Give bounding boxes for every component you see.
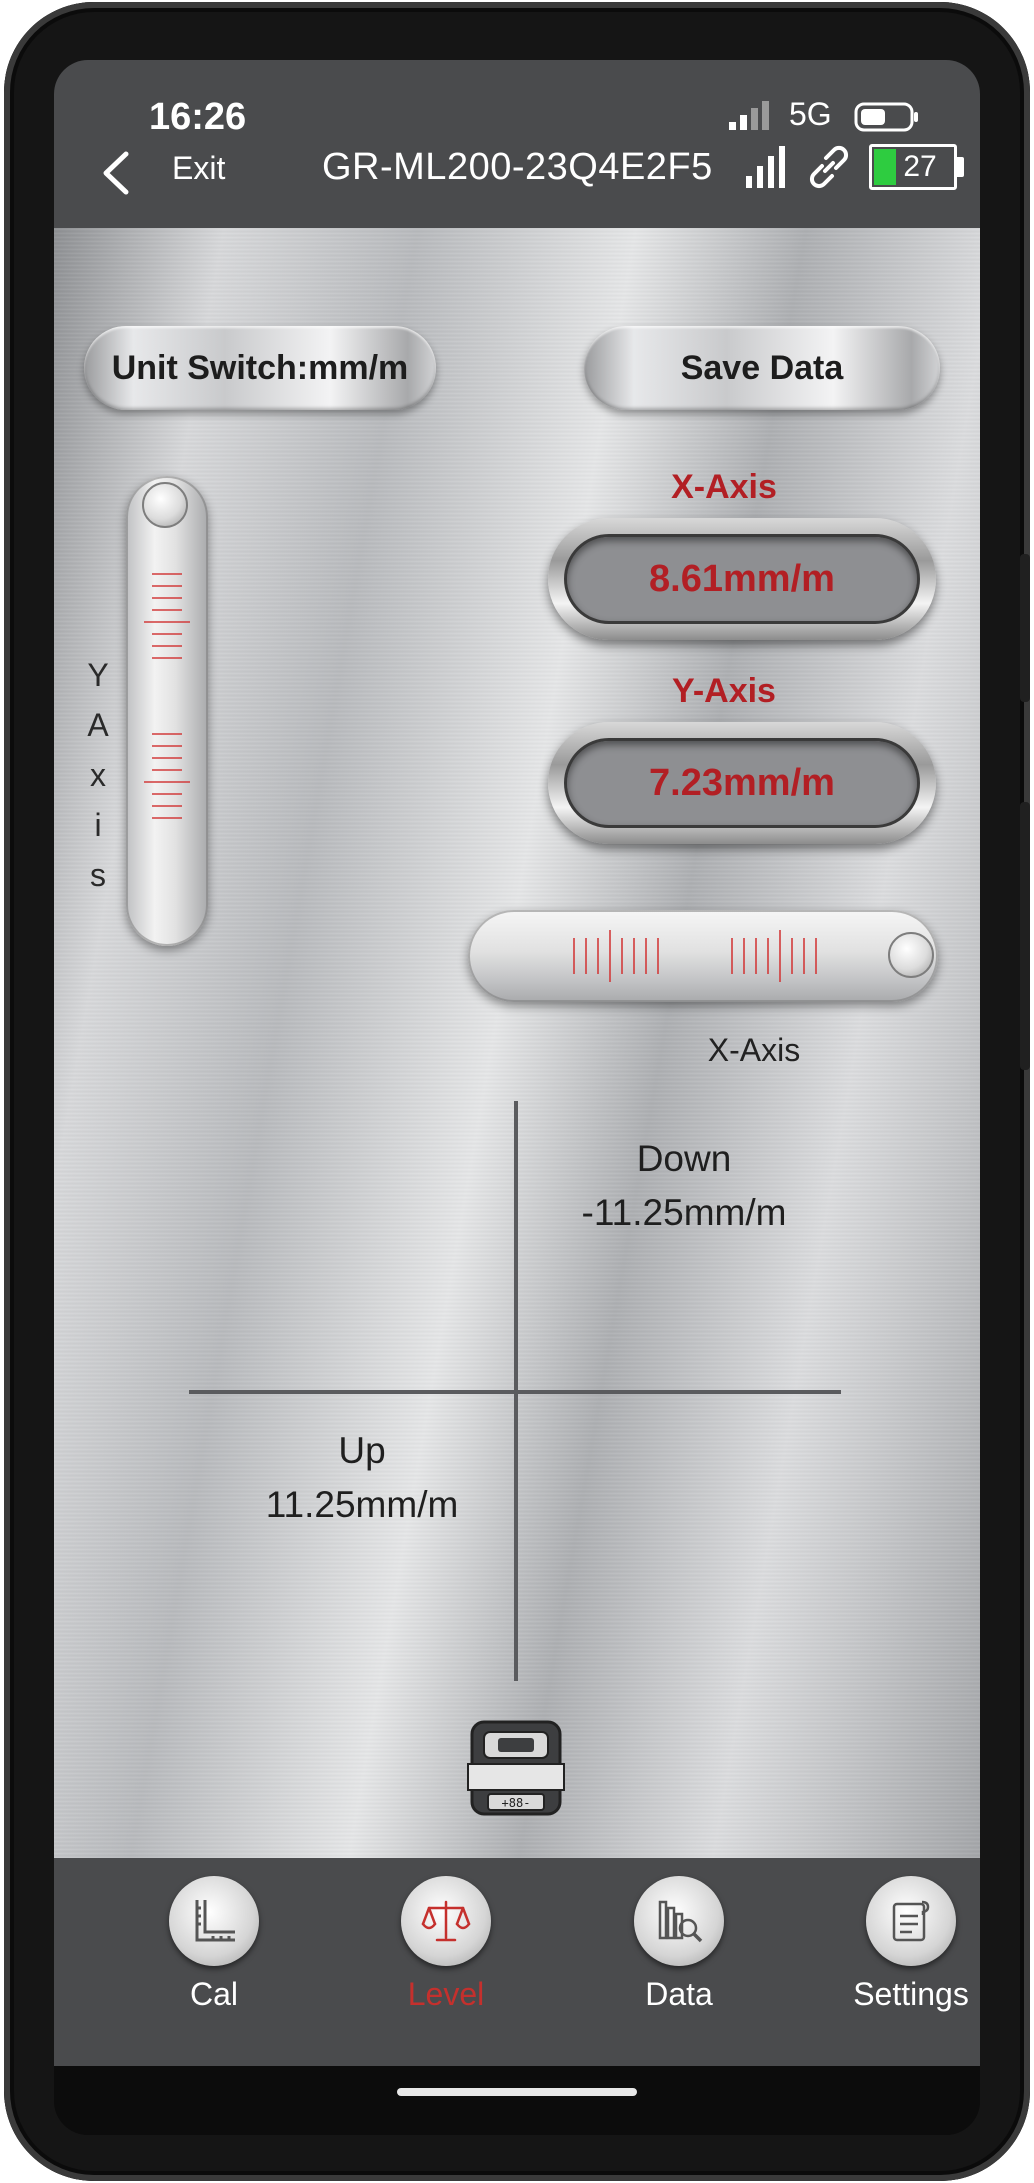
app-screen: 16:26 5G Exit GR-ML200-23Q4E2F5 27 Unit … — [54, 60, 980, 2135]
nav-cal-button[interactable] — [169, 1876, 259, 1966]
link-icon — [809, 145, 849, 189]
data-search-icon — [658, 1900, 703, 1943]
save-data-button[interactable]: Save Data — [584, 326, 940, 410]
back-chevron-icon[interactable] — [96, 148, 136, 198]
gesture-bar — [54, 2066, 980, 2135]
x-axis-bubble — [888, 932, 934, 978]
down-label: Down — [636, 1138, 732, 1179]
nav-data-button[interactable] — [634, 1876, 724, 1966]
nav-data[interactable]: Data — [589, 1876, 769, 2056]
up-label: Up — [338, 1430, 386, 1471]
y-axis-vial-label: Y A x i s — [80, 650, 116, 900]
down-indicator: Down -11.25mm/m — [534, 1132, 834, 1240]
device-title: GR-ML200-23Q4E2F5 — [322, 146, 713, 188]
nav-settings[interactable]: Settings — [821, 1876, 980, 2056]
network-type: 5G — [789, 96, 832, 132]
power-button — [1020, 802, 1030, 1070]
y-axis-letter: s — [90, 857, 106, 893]
nav-cal-label: Cal — [189, 1976, 238, 2012]
crosshair-horizontal — [189, 1390, 841, 1394]
nav-level-button[interactable] — [401, 1876, 491, 1966]
y-axis-vial-ticks — [144, 573, 190, 819]
level-panel: Unit Switch:mm/m Save Data Y A x i s X-A… — [54, 228, 980, 1858]
bottom-navigation: Cal Level Data Settings — [54, 1858, 980, 2066]
signal-strength-icon — [746, 146, 785, 188]
status-time: 16:26 — [149, 96, 247, 138]
up-value: 11.25mm/m — [265, 1484, 459, 1525]
level-device-icon: +88- — [467, 1720, 565, 1816]
down-value: -11.25mm/m — [581, 1192, 787, 1233]
ruler-square-icon — [195, 1900, 235, 1942]
y-axis-readout: 7.23mm/m — [548, 722, 936, 844]
y-axis-vial — [126, 476, 208, 946]
nav-level-label: Level — [407, 1976, 485, 2012]
y-axis-caption: Y-Axis — [672, 672, 776, 710]
y-axis-letter: i — [94, 807, 102, 843]
y-axis-bubble — [142, 482, 188, 528]
device-battery-icon: 27 — [869, 144, 965, 190]
battery-status-icon — [854, 102, 918, 132]
nav-level[interactable]: Level — [356, 1876, 536, 2056]
exit-button[interactable]: Exit — [172, 150, 225, 187]
nav-settings-label: Settings — [853, 1976, 969, 2012]
svg-text:+88-: +88- — [502, 1796, 531, 1810]
home-indicator[interactable] — [397, 2088, 637, 2096]
phone-frame: 16:26 5G Exit GR-ML200-23Q4E2F5 27 Unit … — [4, 2, 1030, 2181]
x-axis-value: 8.61mm/m — [564, 534, 920, 624]
unit-switch-button[interactable]: Unit Switch:mm/m — [84, 326, 436, 410]
x-axis-vial-label: X-Axis — [707, 1032, 801, 1068]
up-indicator: Up 11.25mm/m — [212, 1424, 512, 1532]
x-axis-vial — [468, 910, 938, 1002]
x-axis-vial-ticks — [573, 930, 817, 982]
y-axis-value: 7.23mm/m — [564, 738, 920, 828]
nav-cal[interactable]: Cal — [124, 1876, 304, 2056]
balance-scale-icon — [421, 1900, 471, 1942]
top-bar: 16:26 5G Exit GR-ML200-23Q4E2F5 27 — [54, 60, 980, 228]
volume-button — [1020, 554, 1030, 702]
nav-settings-button[interactable] — [866, 1876, 956, 1966]
nav-data-label: Data — [645, 1976, 713, 2012]
y-axis-letter: x — [90, 757, 106, 793]
settings-note-icon — [892, 1900, 930, 1942]
battery-level: 27 — [903, 150, 937, 183]
y-axis-letter: Y — [87, 657, 109, 693]
cell-signal-icon — [729, 101, 769, 130]
x-axis-caption: X-Axis — [671, 468, 777, 506]
x-axis-readout: 8.61mm/m — [548, 518, 936, 640]
y-axis-letter: A — [87, 707, 109, 743]
battery-nub — [957, 157, 964, 177]
